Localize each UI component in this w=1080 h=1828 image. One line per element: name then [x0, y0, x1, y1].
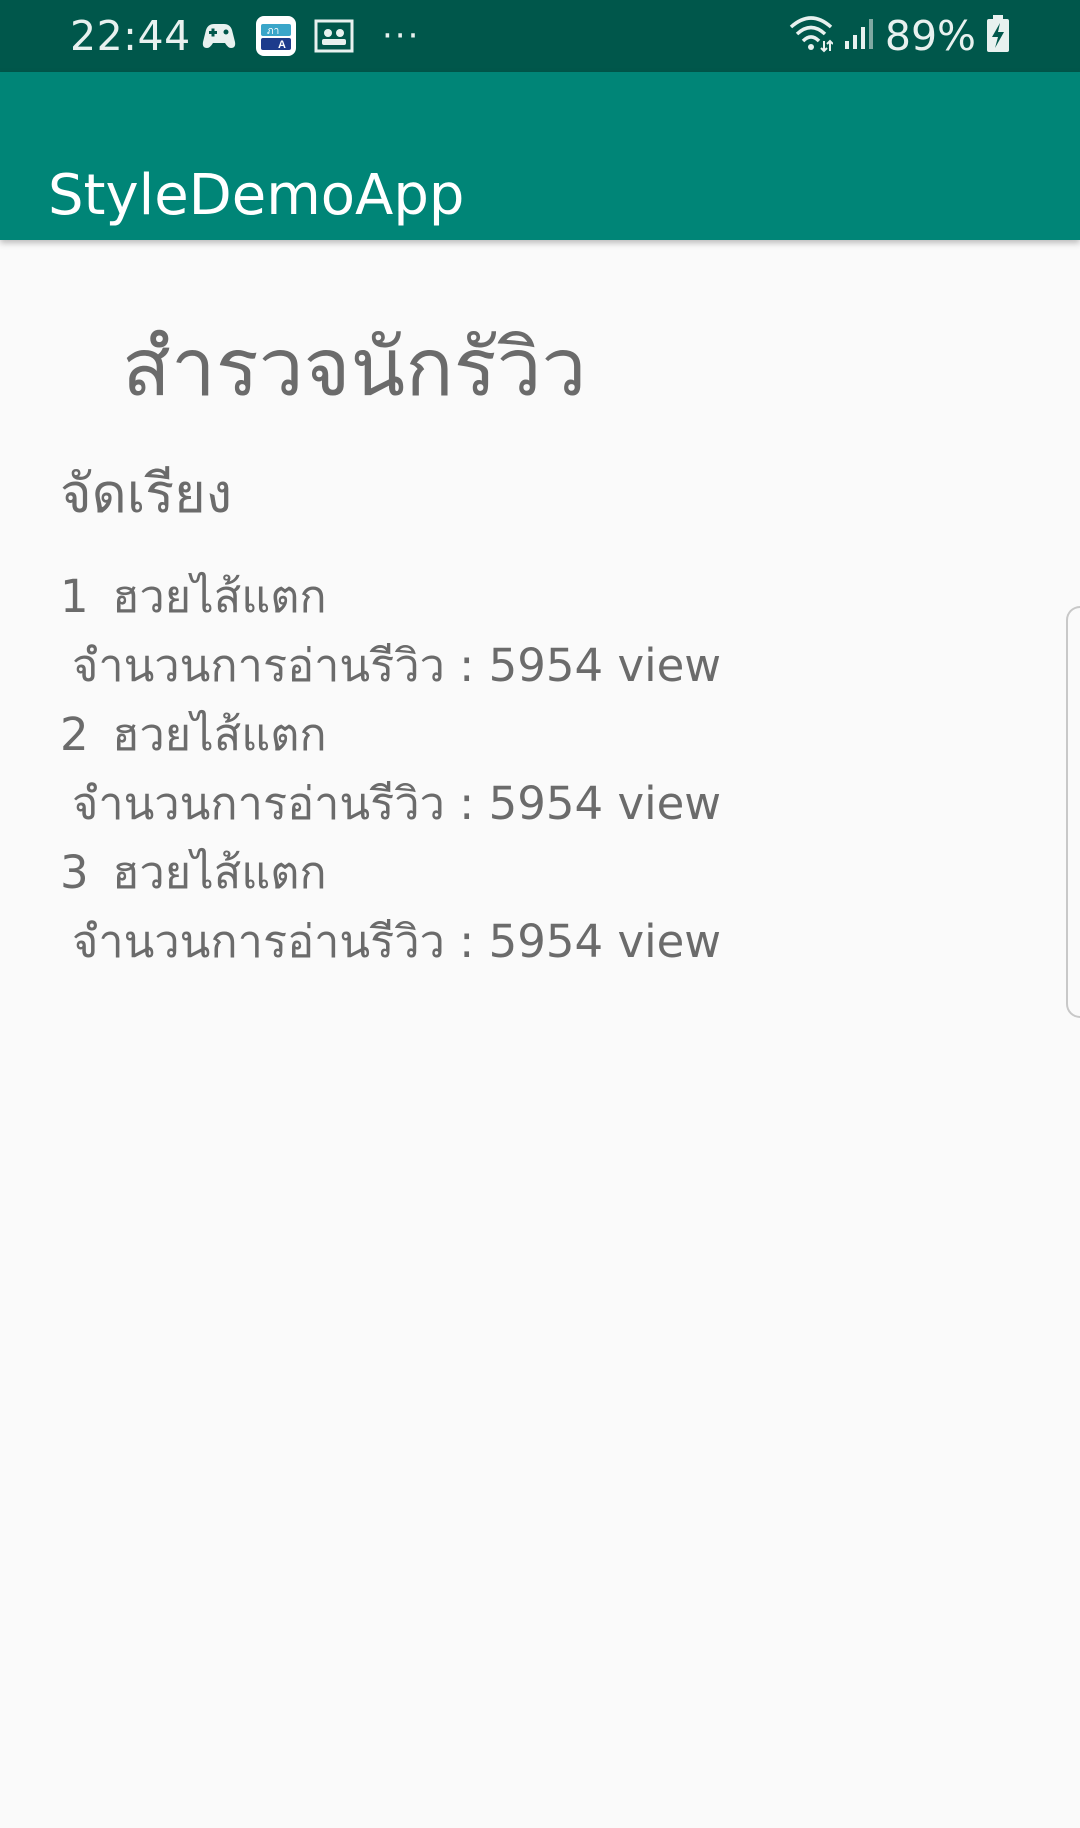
battery-percentage: 89%	[884, 12, 976, 60]
battery-charging-icon	[986, 15, 1010, 57]
list-item[interactable]: 2 ฮวยไส้แตก จำนวนการอ่านรีวิว : 5954 view	[60, 700, 960, 838]
status-time: 22:44	[70, 12, 191, 60]
notification-icons: ภา A ···	[200, 14, 420, 58]
main-content: สำรวจนักรัวิว จัดเรียง 1 ฮวยไส้แตก จำนวนก…	[0, 240, 1080, 1828]
status-bar: 22:44 ภา A ··· 89%	[0, 0, 1080, 72]
item-views: จำนวนการอ่านรีวิว : 5954 view	[72, 915, 722, 968]
item-rank: 2	[60, 708, 89, 761]
edge-panel-handle[interactable]	[1066, 606, 1080, 1018]
item-title: 1 ฮวยไส้แตก	[60, 562, 960, 631]
sort-label[interactable]: จัดเรียง	[60, 462, 232, 526]
page-heading: สำรวจนักรัวิว	[122, 321, 587, 414]
item-rank: 3	[60, 846, 89, 899]
review-list: 1 ฮวยไส้แตก จำนวนการอ่านรีวิว : 5954 view…	[60, 562, 960, 976]
item-views: จำนวนการอ่านรีวิว : 5954 view	[72, 777, 722, 830]
item-title: 3 ฮวยไส้แตก	[60, 838, 960, 907]
signal-icon	[843, 17, 875, 55]
list-item[interactable]: 1 ฮวยไส้แตก จำนวนการอ่านรีวิว : 5954 view	[60, 562, 960, 700]
more-dots-icon: ···	[382, 16, 421, 56]
item-name: ฮวยไส้แตก	[112, 708, 327, 761]
wifi-icon	[789, 15, 834, 57]
list-item[interactable]: 3 ฮวยไส้แตก จำนวนการอ่านรีวิว : 5954 view	[60, 838, 960, 976]
item-name: ฮวยไส้แตก	[112, 570, 327, 623]
system-icons: 89%	[789, 12, 1010, 60]
item-title: 2 ฮวยไส้แตก	[60, 700, 960, 769]
contact-card-icon	[314, 19, 354, 53]
item-rank: 1	[60, 570, 89, 623]
item-name: ฮวยไส้แตก	[112, 846, 327, 899]
item-views: จำนวนการอ่านรีวิว : 5954 view	[72, 639, 722, 692]
dictionary-app-icon: ภา A	[256, 16, 296, 56]
svg-text:ภา: ภา	[267, 26, 279, 37]
app-title: StyleDemoApp	[48, 162, 465, 228]
app-bar: StyleDemoApp	[0, 72, 1080, 240]
svg-text:A: A	[278, 39, 286, 51]
game-controller-icon	[200, 20, 238, 52]
